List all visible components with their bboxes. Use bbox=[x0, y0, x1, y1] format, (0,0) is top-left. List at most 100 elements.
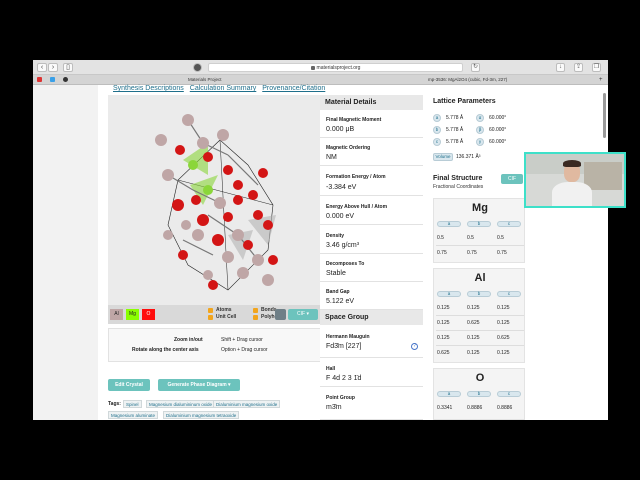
unit-cell-checkbox[interactable] bbox=[208, 315, 213, 320]
element-chip-mg[interactable]: Mg bbox=[126, 309, 139, 320]
webcam-person-body bbox=[552, 182, 592, 206]
coord-value: 0.125 bbox=[467, 350, 480, 356]
sidebar-icon[interactable]: ▯ bbox=[63, 63, 73, 72]
space-group-label: Point Group bbox=[326, 395, 355, 401]
detail-label: Decomposes To bbox=[326, 261, 365, 267]
address-bar[interactable]: materialsproject.org bbox=[208, 63, 463, 72]
new-tab-icon[interactable]: + bbox=[599, 76, 603, 84]
detail-value: 0.000 μB bbox=[326, 126, 355, 133]
bonds-checkbox[interactable] bbox=[253, 308, 258, 313]
link-synthesis[interactable]: Synthesis Descriptions bbox=[113, 85, 184, 92]
page-scrollbar[interactable] bbox=[603, 93, 606, 138]
tabs-icon[interactable]: ❐ bbox=[592, 63, 601, 72]
download-icon[interactable]: ↓ bbox=[556, 63, 565, 72]
space-group-value: F 4d 2 3 1̄d bbox=[326, 375, 362, 382]
detail-label: Final Magnetic Moment bbox=[326, 117, 382, 123]
lattice-a-chip: a bbox=[433, 114, 441, 122]
space-group-label: Hall bbox=[326, 366, 336, 372]
subnav: Synthesis Descriptions Calculation Summa… bbox=[113, 85, 329, 93]
tag-item[interactable]: Dialuminium magnesium oxide bbox=[213, 400, 281, 408]
shield-icon[interactable] bbox=[193, 63, 202, 72]
tab-materials-project[interactable]: Materials Project bbox=[188, 76, 222, 84]
divider bbox=[436, 345, 524, 346]
link-calculation-summary[interactable]: Calculation Summary bbox=[190, 85, 257, 92]
element-chip-o[interactable]: O bbox=[142, 309, 155, 320]
lock-icon bbox=[310, 65, 315, 70]
github-icon[interactable] bbox=[63, 77, 68, 82]
tag-item[interactable]: Spinel bbox=[123, 400, 142, 408]
twitter-icon[interactable] bbox=[50, 77, 55, 82]
coord-value: 0.625 bbox=[437, 350, 450, 356]
atoms-label: Atoms bbox=[216, 307, 232, 313]
tags-label: Tags: bbox=[108, 401, 121, 407]
detail-row: Formation Energy / Atom -3.384 eV bbox=[320, 166, 423, 196]
coord-value: 0.8886 bbox=[467, 405, 483, 411]
back-icon[interactable]: ‹ bbox=[37, 63, 47, 72]
detail-label: Magnetic Ordering bbox=[326, 145, 371, 151]
info-icon[interactable]: ? bbox=[411, 343, 418, 350]
polyhedra-checkbox[interactable] bbox=[253, 315, 258, 320]
generate-phase-diagram-button[interactable]: Generate Phase Diagram ▾ bbox=[158, 379, 240, 391]
browser-toolbar: ‹ › ▯ materialsproject.org ↻ ↓ ⇪ ❐ bbox=[33, 60, 608, 75]
final-structure-cif-button[interactable]: CIF bbox=[501, 174, 523, 184]
coord-value: 0.75 bbox=[497, 250, 507, 256]
lattice-gamma-chip: γ bbox=[476, 138, 484, 146]
col-b-chip: b bbox=[467, 221, 491, 227]
col-a-chip: a bbox=[437, 291, 461, 297]
gmail-icon[interactable] bbox=[37, 77, 42, 82]
final-structure-title: Final Structure bbox=[433, 175, 483, 182]
tab-mp-3536[interactable]: mp-3536: MgAl2O4 (cubic, Fd-3m, 227) bbox=[428, 76, 507, 84]
space-group-title: Space Group bbox=[320, 310, 423, 325]
coord-value: 0.75 bbox=[467, 250, 477, 256]
reload-icon[interactable]: ↻ bbox=[471, 63, 480, 72]
space-group-row: Hall F 4d 2 3 1̄d bbox=[320, 358, 423, 387]
basket-icon[interactable] bbox=[275, 309, 286, 320]
coord-value: 0.8886 bbox=[497, 405, 513, 411]
space-group-row: Point Group m3̄m bbox=[320, 387, 423, 420]
detail-value: NM bbox=[326, 154, 337, 161]
element-chip-al[interactable]: Al bbox=[110, 309, 123, 320]
webcam-person-hair bbox=[563, 160, 581, 167]
lattice-c-chip: c bbox=[433, 138, 441, 146]
viewer-legend-bar: Al Mg O Atoms Unit Cell Bonds Polyhedra … bbox=[108, 305, 323, 324]
lattice-panel: Lattice Parameters a 5.778 Å b 5.778 Å c… bbox=[428, 95, 528, 420]
detail-label: Formation Energy / Atom bbox=[326, 174, 386, 180]
lattice-gamma-value: 60.000° bbox=[489, 139, 507, 145]
detail-value: 5.122 eV bbox=[326, 298, 355, 305]
space-group-value: m3̄m bbox=[326, 404, 342, 411]
coord-value: 0.125 bbox=[497, 305, 510, 311]
space-group-label: Hermann Mauguin bbox=[326, 334, 370, 340]
link-provenance[interactable]: Provenance/Citation bbox=[262, 85, 325, 92]
crystal-viewer[interactable] bbox=[108, 95, 323, 305]
lattice-b-value: 5.778 Å bbox=[446, 127, 464, 133]
atoms-checkbox[interactable] bbox=[208, 308, 213, 313]
lattice-beta-chip: β bbox=[476, 126, 484, 134]
help-rotate-action: Option + Drag cursor bbox=[221, 347, 268, 353]
coords-element-name: O bbox=[475, 372, 485, 384]
browser-window: ‹ › ▯ materialsproject.org ↻ ↓ ⇪ ❐ Mater… bbox=[33, 60, 608, 420]
lattice-beta-value: 60.000° bbox=[489, 127, 507, 133]
coord-value: 0.3341 bbox=[437, 405, 453, 411]
screen: ‹ › ▯ materialsproject.org ↻ ↓ ⇪ ❐ Mater… bbox=[0, 0, 640, 480]
col-c-chip: c bbox=[497, 391, 521, 397]
lattice-alpha-chip: α bbox=[476, 114, 484, 122]
lattice-title: Lattice Parameters bbox=[433, 98, 496, 105]
help-zoom-action: Shift + Drag cursor bbox=[221, 337, 263, 343]
detail-value: 0.000 eV bbox=[326, 213, 355, 220]
coord-value: 0.125 bbox=[467, 335, 480, 341]
divider bbox=[436, 245, 524, 246]
cif-download-button[interactable]: CIF ▾ bbox=[288, 309, 318, 320]
coord-value: 0.125 bbox=[437, 305, 450, 311]
space-group-row: Hermann Mauguin Fd3̄m [227] ? bbox=[320, 325, 423, 358]
tag-item[interactable]: Magnesium dialumininum oxide bbox=[146, 400, 216, 408]
coord-value: 0.125 bbox=[497, 320, 510, 326]
tag-item[interactable]: Magnesium aluminate bbox=[108, 411, 159, 419]
edit-crystal-button[interactable]: Edit Crystal bbox=[108, 379, 150, 391]
forward-icon[interactable]: › bbox=[48, 63, 58, 72]
detail-label: Energy Above Hull / Atom bbox=[326, 204, 388, 210]
help-zoom-label: Zoom in/out bbox=[174, 337, 203, 343]
col-b-chip: b bbox=[467, 391, 491, 397]
share-icon[interactable]: ⇪ bbox=[574, 63, 583, 72]
coord-value: 0.5 bbox=[437, 235, 444, 241]
tag-item[interactable]: Dialuminium magnesium tetraoxide bbox=[163, 411, 240, 419]
